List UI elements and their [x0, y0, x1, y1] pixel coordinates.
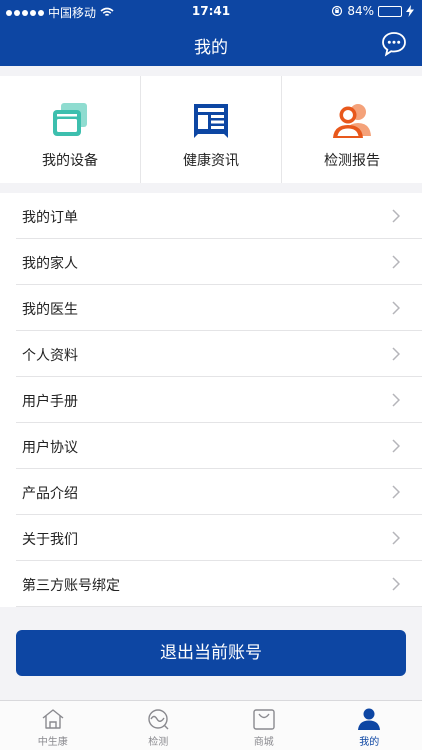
quick-action-label: 我的设备: [42, 153, 98, 169]
users-icon: [333, 104, 371, 138]
quick-action-test-reports[interactable]: 检测报告: [282, 76, 422, 183]
chevron-right-icon: [392, 439, 400, 453]
chat-icon[interactable]: [380, 30, 408, 58]
menu-item-label: 第三方账号绑定: [22, 578, 120, 594]
menu-item-profile[interactable]: 个人资料: [16, 331, 422, 377]
quick-actions: 我的设备 健康资讯 检测报告: [0, 76, 422, 183]
menu-item-label: 产品介绍: [22, 486, 78, 502]
news-icon: [194, 104, 228, 138]
nav-bar: 我的: [0, 22, 422, 66]
chevron-right-icon: [392, 347, 400, 361]
menu-item-label: 我的订单: [22, 210, 78, 226]
home-icon: [42, 709, 64, 729]
menu-item-my-family[interactable]: 我的家人: [16, 239, 422, 285]
tab-home[interactable]: 中生康: [0, 701, 106, 750]
chevron-right-icon: [392, 577, 400, 591]
menu-item-label: 个人资料: [22, 348, 78, 364]
monitor-icon: [148, 709, 169, 730]
menu-item-about-us[interactable]: 关于我们: [16, 515, 422, 561]
charging-bolt-icon: [406, 5, 414, 17]
menu-item-my-orders[interactable]: 我的订单: [16, 193, 422, 239]
chevron-right-icon: [392, 301, 400, 315]
menu-item-user-manual[interactable]: 用户手册: [16, 377, 422, 423]
tab-label: 我的: [359, 737, 380, 748]
tab-bar: 中生康 检测 商城 我的: [0, 700, 422, 750]
quick-action-health-news[interactable]: 健康资讯: [141, 76, 282, 183]
menu-item-label: 用户协议: [22, 440, 78, 456]
tab-detect[interactable]: 检测: [106, 701, 212, 750]
menu-item-label: 我的医生: [22, 302, 78, 318]
chevron-right-icon: [392, 485, 400, 499]
tab-shop[interactable]: 商城: [211, 701, 317, 750]
logout-button[interactable]: 退出当前账号: [16, 630, 406, 676]
menu-item-third-party-binding[interactable]: 第三方账号绑定: [16, 561, 422, 607]
tab-label: 中生康: [37, 737, 68, 748]
status-bar: 中国移动 17:41 84%: [0, 0, 422, 22]
chevron-right-icon: [392, 531, 400, 545]
menu-item-product-intro[interactable]: 产品介绍: [16, 469, 422, 515]
orientation-lock-icon: [332, 5, 343, 17]
quick-action-label: 健康资讯: [183, 153, 239, 169]
chevron-right-icon: [392, 255, 400, 269]
menu-item-label: 我的家人: [22, 256, 78, 272]
battery-percent: 84%: [347, 4, 374, 18]
battery-icon: [378, 5, 402, 17]
page-title: 我的: [194, 38, 228, 58]
tab-label: 商城: [253, 737, 274, 748]
menu-item-label: 用户手册: [22, 394, 78, 410]
settings-menu: 我的订单 我的家人 我的医生 个人资料 用户手册 用户协议 产品介绍 关于我们 …: [0, 193, 422, 607]
menu-item-my-doctor[interactable]: 我的医生: [16, 285, 422, 331]
shop-bag-icon: [253, 709, 275, 730]
chevron-right-icon: [392, 209, 400, 223]
menu-item-label: 关于我们: [22, 532, 78, 548]
quick-action-my-devices[interactable]: 我的设备: [0, 76, 141, 183]
tab-label: 检测: [148, 737, 169, 748]
device-icon: [53, 103, 87, 136]
profile-icon: [358, 708, 381, 730]
tab-mine[interactable]: 我的: [317, 701, 422, 750]
chevron-right-icon: [392, 393, 400, 407]
status-right: 84%: [331, 4, 414, 18]
quick-action-label: 检测报告: [324, 153, 380, 169]
menu-item-user-agreement[interactable]: 用户协议: [16, 423, 422, 469]
